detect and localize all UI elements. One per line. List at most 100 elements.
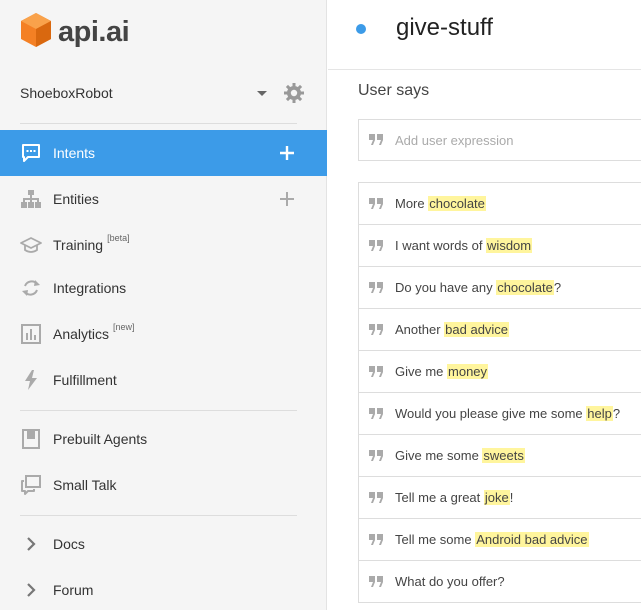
phrase-text-part: ? [553,280,562,295]
phrase-text[interactable]: Tell me a great joke! [395,490,513,505]
sidebar-item-integrations[interactable]: Integrations [0,265,327,311]
phrase-text[interactable]: Give me money [395,364,489,379]
sidebar-item-intents[interactable]: Intents [0,130,327,176]
phrase-text-part: I want words of [395,238,487,253]
quote-icon [369,533,385,547]
list-item[interactable]: Tell me some Android bad advice [359,519,641,561]
quote-icon [369,575,385,589]
book-icon [20,428,42,450]
quote-icon [369,239,385,253]
logo[interactable]: api.ai [20,12,130,53]
sidebar-item-docs[interactable]: Docs [0,521,327,567]
new-tag: [new] [113,322,135,332]
sidebar-item-entities[interactable]: Entities [0,176,327,222]
quote-icon [369,197,385,211]
agent-selector[interactable]: ShoeboxRobot [20,78,305,108]
add-entity-button[interactable] [277,189,297,209]
sidebar-divider [20,515,297,516]
sidebar-item-forum[interactable]: Forum [0,567,327,613]
list-item[interactable]: Give me some sweets [359,435,641,477]
phrase-text[interactable]: Give me some sweets [395,448,525,463]
phrase-text-part: Another [395,322,445,337]
phrase-text[interactable]: More chocolate [395,196,486,211]
sidebar-item-label: Integrations [53,280,127,296]
phrase-text-part: Give me [395,364,448,379]
beta-tag: [beta] [107,233,130,243]
entity-highlight[interactable]: wisdom [486,238,533,253]
quote-icon [369,323,385,337]
phrase-text-part: Give me some [395,448,483,463]
phrase-text-part: ? [612,406,621,421]
quote-icon [369,491,385,505]
phrase-text[interactable]: Another bad advice [395,322,510,337]
sidebar-item-training[interactable]: Training [beta] [0,222,327,268]
phrase-text-part: What do you offer? [395,574,505,589]
status-dot-icon [356,24,366,34]
chevron-right-icon [20,533,42,555]
list-item[interactable]: Do you have any chocolate? [359,267,641,309]
sync-icon [20,277,42,299]
list-item[interactable]: Another bad advice [359,309,641,351]
phrase-text-part: ! [509,490,514,505]
add-intent-button[interactable] [277,143,297,163]
sidebar-item-analytics[interactable]: Analytics [new] [0,311,327,357]
entity-highlight[interactable]: sweets [482,448,525,463]
sidebar-item-label: Entities [53,191,99,207]
sidebar-item-label: Docs [53,536,85,552]
phrase-text[interactable]: What do you offer? [395,574,505,589]
sidebar-item-label: Training [53,237,104,253]
sidebar-item-prebuilt-agents[interactable]: Prebuilt Agents [0,416,327,462]
sidebar-item-fulfillment[interactable]: Fulfillment [0,357,327,403]
intent-header: give-stuff [328,0,641,70]
entity-highlight[interactable]: chocolate [496,280,554,295]
quote-icon [369,407,385,421]
sidebar-item-label: Prebuilt Agents [53,431,148,447]
phrase-text-part: Tell me a great [395,490,484,505]
entity-highlight[interactable]: help [586,406,613,421]
entity-highlight[interactable]: joke [483,490,510,505]
chat-bubble-icon [20,142,42,164]
intent-title[interactable]: give-stuff [396,14,493,42]
phrase-text[interactable]: I want words of wisdom [395,238,533,253]
phrase-text[interactable]: Tell me some Android bad advice [395,532,589,547]
sidebar-divider [20,123,297,124]
add-expression-field[interactable] [358,119,641,161]
phrase-text[interactable]: Do you have any chocolate? [395,280,561,295]
entity-highlight[interactable]: bad advice [444,322,510,337]
lightning-bolt-icon [20,369,42,391]
quote-icon [369,365,385,379]
list-item[interactable]: Tell me a great joke! [359,477,641,519]
entity-highlight[interactable]: chocolate [428,196,486,211]
entity-highlight[interactable]: money [447,364,489,379]
sidebar: api.ai ShoeboxRobot Intents Entities Tra… [0,0,327,610]
list-item[interactable]: Would you please give me some help? [359,393,641,435]
bar-chart-icon [20,323,42,345]
user-says-list: More chocolate I want words of wisdom Do y… [358,182,641,603]
agent-name: ShoeboxRobot [20,85,113,101]
list-item[interactable]: More chocolate [359,183,641,225]
user-says-heading: User says [358,82,430,99]
phrase-text-part: Tell me some [395,532,476,547]
chevron-right-icon [20,579,42,601]
chevron-down-icon[interactable] [257,90,267,96]
gear-icon[interactable] [283,82,305,104]
sitemap-icon [20,188,42,210]
sidebar-item-small-talk[interactable]: Small Talk [0,462,327,508]
list-item[interactable]: Give me money [359,351,641,393]
sidebar-divider [20,410,297,411]
phrase-text-part: More [395,196,429,211]
phrase-text-part: Would you please give me some [395,406,587,421]
graduation-cap-icon [20,234,42,256]
logo-cube-icon [20,12,52,53]
phrase-text[interactable]: Would you please give me some help? [395,406,620,421]
add-expression-input[interactable] [395,132,625,148]
entity-highlight[interactable]: Android bad advice [475,532,589,547]
sidebar-item-label: Forum [53,582,94,598]
list-item[interactable]: I want words of wisdom [359,225,641,267]
speech-bubbles-icon [20,474,42,496]
list-item[interactable]: What do you offer? [359,561,641,603]
sidebar-item-label: Small Talk [53,477,117,493]
quote-icon [369,133,385,147]
main-panel: give-stuff User says More chocolate I wan… [328,0,641,610]
sidebar-item-label: Fulfillment [53,372,117,388]
